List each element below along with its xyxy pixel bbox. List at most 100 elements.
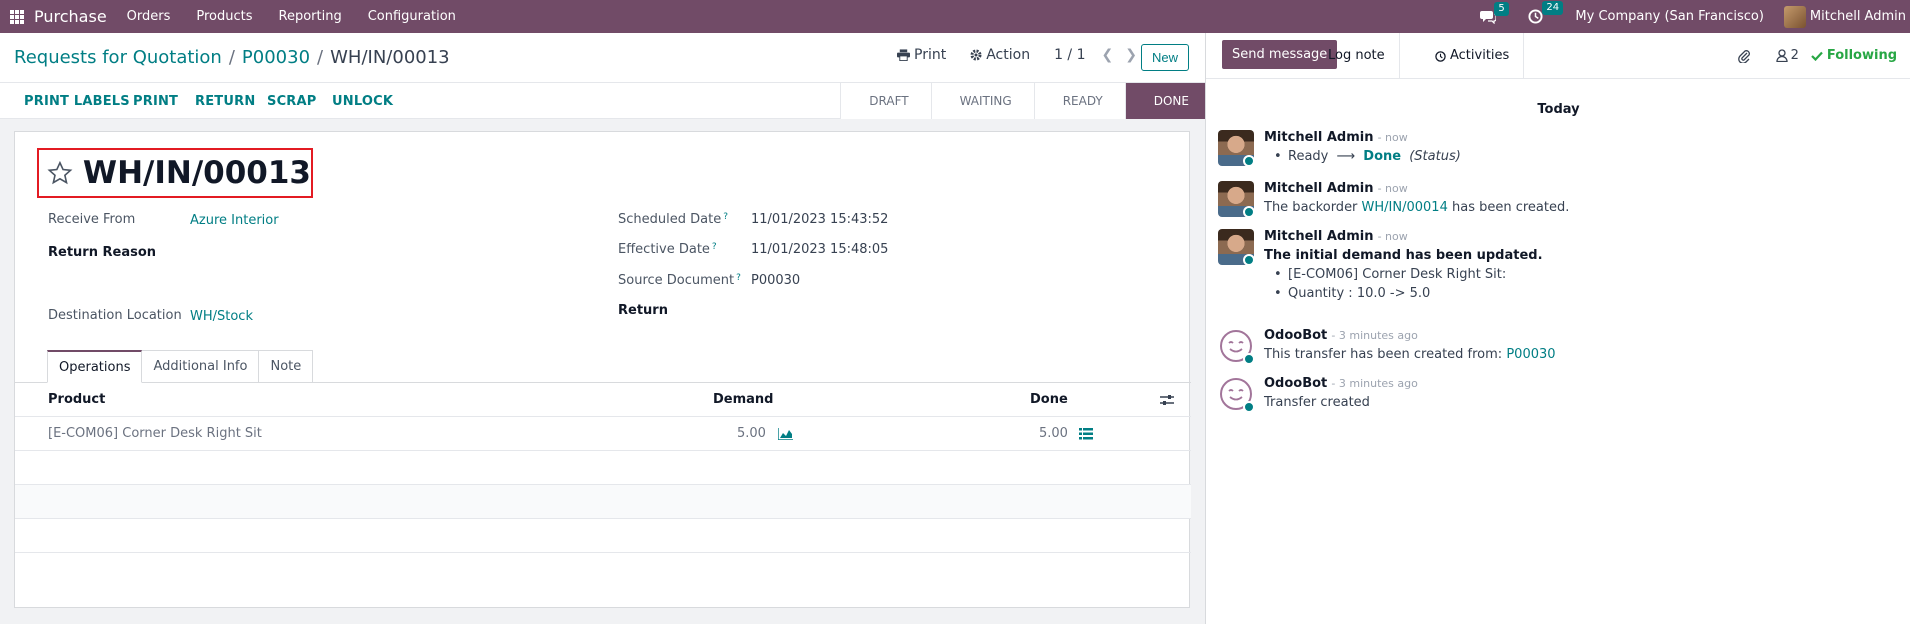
scrap-button[interactable]: SCRAP [267,94,317,109]
record-title-box: WH/IN/00013 [37,148,313,198]
table-row[interactable]: [E-COM06] Corner Desk Right Sit 5.00 5.0… [15,417,1191,451]
source-document-value[interactable]: P00030 [751,273,800,288]
clock-icon [1528,9,1543,24]
chatter-panel: Send message Log note Activities 2 Follo… [1205,33,1910,624]
heart-icon [1243,401,1255,413]
operations-table-header: Product Demand Done [15,383,1191,417]
row-demand: 5.00 [737,426,766,441]
message-text: This transfer has been created from: P00… [1264,347,1556,362]
row-product: [E-COM06] Corner Desk Right Sit [48,426,262,441]
print-button[interactable]: PRINT [133,94,178,109]
star-icon[interactable] [47,159,73,187]
activities-badge: 24 [1542,1,1564,15]
table-row-empty [15,519,1191,553]
menu-configuration[interactable]: Configuration [368,9,456,24]
breadcrumb-current: WH/IN/00013 [330,47,450,68]
stage-pipeline: DRAFT WAITING READY DONE [840,83,1205,119]
message-list-item: Quantity : 10.0 -> 5.0 [1264,286,1543,301]
stage-waiting[interactable]: WAITING [930,83,1034,119]
stage-done[interactable]: DONE [1124,83,1205,119]
print-menu-button[interactable]: Print [897,47,946,63]
paperclip-icon[interactable] [1737,49,1750,63]
top-navbar: Purchase Orders Products Reporting Confi… [0,0,1910,33]
message-author[interactable]: OdooBot [1264,376,1327,391]
status-bar: PRINT LABELS PRINT RETURN SCRAP UNLOCK D… [0,83,1205,119]
control-panel: Requests for Quotation / P00030 / WH/IN/… [0,33,1205,83]
effective-date-value[interactable]: 11/01/2023 15:48:05 [751,242,888,257]
scheduled-date-value[interactable]: 11/01/2023 15:43:52 [751,212,888,227]
breadcrumb-rfq[interactable]: Requests for Quotation [14,47,222,68]
date-separator: Today [1537,102,1580,117]
tab-note[interactable]: Note [259,350,314,383]
stage-draft[interactable]: DRAFT [840,83,931,119]
breadcrumb-po[interactable]: P00030 [242,47,310,68]
log-note-button[interactable]: Log note [1314,33,1400,79]
new-button[interactable]: New [1141,44,1190,71]
print-labels-button[interactable]: PRINT LABELS [24,94,130,109]
online-status-icon [1243,206,1255,218]
tab-additional-info[interactable]: Additional Info [142,350,260,383]
scheduled-date-label: Scheduled Date? [618,212,728,227]
menu-orders[interactable]: Orders [127,9,171,24]
messages-button[interactable]: 5 [1480,1,1509,24]
forecast-chart-icon[interactable] [778,428,793,440]
menu-products[interactable]: Products [196,9,252,24]
message-author[interactable]: Mitchell Admin [1264,181,1373,196]
source-document-label: Source Document? [618,273,741,288]
optional-columns-icon[interactable] [1160,394,1174,406]
pager-next-icon[interactable]: ❯ [1125,47,1137,63]
user-menu[interactable]: Mitchell Admin [1810,9,1906,24]
app-brand[interactable]: Purchase [34,7,107,26]
breadcrumb: Requests for Quotation / P00030 / WH/IN/… [14,47,450,68]
message-author[interactable]: OdooBot [1264,328,1327,343]
activities-button-chatter[interactable]: Activities [1421,33,1525,79]
form-sheet: WH/IN/00013 Receive From Azure Interior … [14,131,1191,608]
return-button[interactable]: RETURN [195,94,255,109]
message-list-item: [E-COM06] Corner Desk Right Sit: [1264,267,1543,282]
online-status-icon [1243,155,1255,167]
backorder-link[interactable]: WH/IN/00014 [1362,200,1448,215]
receive-from-label: Receive From [48,212,136,227]
action-menu-button[interactable]: Action [970,47,1030,63]
destination-label: Destination Location [48,308,182,323]
gear-icon [970,49,982,61]
followers-count[interactable]: 2 [1791,48,1799,63]
clock-icon [1435,50,1446,62]
column-demand[interactable]: Demand [713,392,774,407]
apps-grid-icon[interactable] [10,9,24,24]
row-done: 5.00 [1039,426,1068,441]
source-order-link[interactable]: P00030 [1506,347,1555,362]
online-status-icon [1243,254,1255,266]
messages-badge: 5 [1494,1,1509,16]
return-label: Return [618,303,668,318]
chatter-topbar: Send message Log note Activities 2 Follo… [1206,33,1910,79]
destination-value[interactable]: WH/Stock [190,309,253,324]
heart-icon [1243,353,1255,365]
check-icon [1811,51,1823,61]
receive-from-value[interactable]: Azure Interior [190,213,279,228]
unlock-button[interactable]: UNLOCK [332,94,393,109]
company-switcher[interactable]: My Company (San Francisco) [1575,9,1763,24]
return-reason-label: Return Reason [48,245,157,260]
following-button[interactable]: Following [1811,48,1897,63]
message-text: Transfer created [1264,395,1370,410]
column-done[interactable]: Done [1030,392,1068,407]
pager-value[interactable]: 1 / 1 [1054,47,1085,63]
message-author[interactable]: Mitchell Admin [1264,229,1373,244]
user-avatar[interactable] [1783,5,1806,28]
stage-ready[interactable]: READY [1033,83,1125,119]
message-text: The backorder WH/IN/00014 has been creat… [1264,200,1570,215]
table-row-empty [15,485,1191,519]
followers-icon[interactable] [1775,49,1788,62]
menu-reporting[interactable]: Reporting [279,9,342,24]
notebook-tabs: Operations Additional Info Note [47,350,314,383]
tab-operations[interactable]: Operations [47,350,143,383]
tracking-value: Ready ⟶ Done (Status) [1264,149,1461,164]
pager-previous-icon[interactable]: ❮ [1102,47,1114,63]
detailed-operations-list-icon[interactable] [1079,428,1093,440]
column-product[interactable]: Product [48,392,105,407]
message-author[interactable]: Mitchell Admin [1264,130,1373,145]
record-title: WH/IN/00013 [82,155,311,191]
activities-button[interactable]: 24 [1528,1,1564,24]
table-row-empty [15,451,1191,485]
